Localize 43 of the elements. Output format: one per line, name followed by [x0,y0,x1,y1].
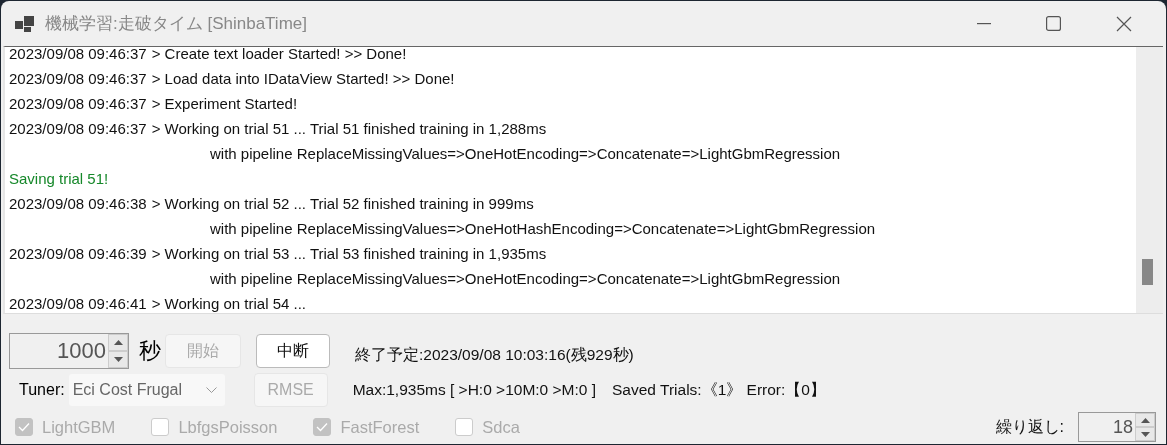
log-timestamp: 2023/09/08 09:46:38 [9,195,147,212]
unit-label: 秒 [139,337,161,365]
down-arrow-icon[interactable] [113,357,123,362]
minimize-icon[interactable] [977,22,991,25]
checkmark-icon [18,422,30,432]
stats-text: Max:1,935ms [ >H:0 >10M:0 >M:0 ] Saved Trials:《1》 Error:【0】 [352,379,826,400]
log-message: > Create text loader Started! >> Done! [151,47,407,62]
repeat-spinbox[interactable]: 18 [1078,412,1156,442]
log-message: > Working on trial 51 ... Trial 51 finished training in 1,288ms [151,120,547,137]
repeat-label: 繰り返し: [995,416,1064,437]
log-message: > Experiment Started! [151,95,298,112]
checkbox-label: LightGBM [42,417,116,437]
checkbox-label: FastForest [340,417,420,437]
log-timestamp: 2023/09/08 09:46:37 [9,120,147,137]
log-timestamp: 2023/09/08 09:46:37 [9,95,147,112]
log-timestamp: 2023/09/08 09:46:37 [9,70,147,87]
chevron-icon [205,387,217,393]
checkmark-icon [316,422,329,432]
app-icon [15,14,35,33]
stop-button[interactable]: 中断 [256,334,330,368]
scrollbar[interactable] [1136,47,1163,313]
down-arrow-icon[interactable] [1140,431,1150,437]
log-timestamp: 2023/09/08 09:46:41 [9,295,147,312]
duration-spinbox[interactable]: 1000 [9,333,129,369]
tuner-label: Tuner: [19,381,65,399]
log-message: Saving trial 51! [9,170,109,187]
eta-text: 終了予定:2023/09/08 10:03:16(残929秒) [355,344,634,365]
log-message: > Working on trial 52 ... Trial 52 finished training in 999ms [151,195,534,212]
log-message: with pipeline ReplaceMissingValues=>OneHotEncoding=>Concatenate=>LightGbmRegression [210,270,841,287]
log-message: > Working on trial 54 ... [151,295,307,312]
maximize-icon[interactable] [1046,16,1061,31]
log-message: with pipeline ReplaceMissingValues=>OneHotEncoding=>Concatenate=>LightGbmRegression [210,145,841,162]
log-message: > Load data into IDataView Started! >> Done! [151,70,455,87]
up-arrow-icon[interactable] [113,340,123,345]
log-timestamp: 2023/09/08 09:46:39 [9,245,147,262]
close-icon[interactable] [1116,15,1132,32]
log-timestamp: 2023/09/08 09:46:37 [9,47,147,62]
window-title: 機械学習:走破タイム [ShinbaTime] [45,13,307,35]
checkbox-label: Sdca [482,417,520,437]
checkbox-label: LbfgsPoisson [178,417,278,437]
up-arrow-icon[interactable] [1140,417,1150,423]
log-message: > Working on trial 53 ... Trial 53 finished training in 1,935ms [151,245,547,262]
log-message: with pipeline ReplaceMissingValues=>OneHotHashEncoding=>Concatenate=>LightGbmRegression [210,220,876,237]
